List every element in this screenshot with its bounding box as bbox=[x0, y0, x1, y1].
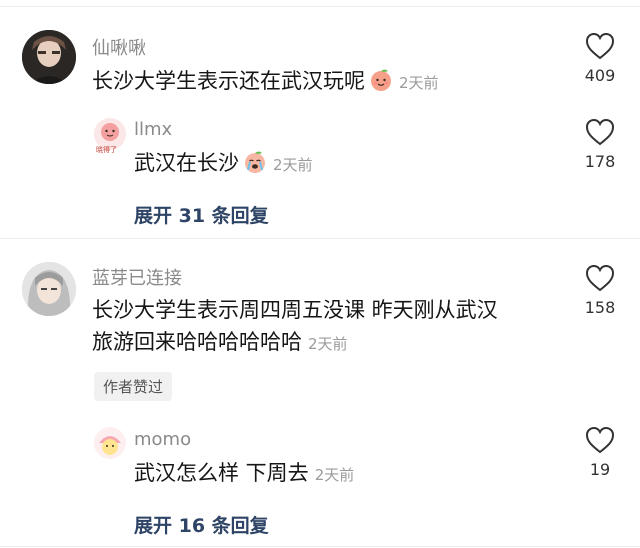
like-count: 409 bbox=[584, 66, 616, 85]
bottom-divider bbox=[0, 546, 640, 547]
heart-outline-icon bbox=[585, 118, 615, 146]
comment-text-content: 旅游回来哈哈哈哈哈哈 bbox=[92, 330, 302, 354]
comment-divider bbox=[0, 238, 640, 239]
avatar[interactable] bbox=[22, 262, 76, 316]
like-button[interactable]: 158 bbox=[570, 264, 630, 317]
comment-username[interactable]: 蓝芽已连接 bbox=[92, 264, 182, 290]
like-count: 19 bbox=[589, 460, 611, 479]
peach-face-emoji-icon bbox=[369, 68, 393, 100]
top-divider bbox=[0, 6, 640, 7]
comment-text: 长沙大学生表示还在武汉玩呢 2天前 bbox=[92, 66, 439, 100]
like-button[interactable]: 178 bbox=[570, 118, 630, 171]
reply-time: 2天前 bbox=[314, 466, 355, 484]
reply-text-content: 武汉在长沙 bbox=[134, 151, 239, 175]
heart-outline-icon bbox=[585, 264, 615, 292]
avatar[interactable] bbox=[22, 30, 76, 84]
reply-time: 2天前 bbox=[273, 156, 313, 174]
comment-text-content: 长沙大学生表示还在武汉玩呢 bbox=[92, 69, 365, 93]
comment-username[interactable]: 仙啾啾 bbox=[92, 34, 146, 60]
comment-text-line1: 长沙大学生表示周四周五没课 昨天刚从武汉 bbox=[92, 298, 498, 322]
reply-username[interactable]: llmx bbox=[134, 119, 172, 140]
author-liked-badge: 作者赞过 bbox=[94, 372, 173, 401]
expand-replies-button[interactable]: 展开 31 条回复 bbox=[134, 201, 269, 228]
crying-face-emoji-icon bbox=[243, 150, 267, 182]
reply-avatar[interactable] bbox=[94, 427, 126, 459]
reply-text: 武汉怎么样 下周去 2天前 bbox=[134, 458, 354, 490]
comment-time: 2天前 bbox=[399, 74, 439, 92]
like-button[interactable]: 19 bbox=[570, 426, 630, 479]
comment-text-line2: 旅游回来哈哈哈哈哈哈 2天前 bbox=[92, 327, 348, 359]
like-count: 158 bbox=[584, 298, 616, 317]
reply-text-content: 武汉怎么样 下周去 bbox=[134, 461, 309, 485]
like-count: 178 bbox=[584, 152, 616, 171]
comment-time: 2天前 bbox=[308, 335, 348, 353]
heart-outline-icon bbox=[585, 32, 615, 60]
reply-avatar-caption: 晓得了 bbox=[96, 146, 117, 154]
reply-text: 武汉在长沙 2天前 bbox=[134, 148, 313, 182]
like-button[interactable]: 409 bbox=[570, 32, 630, 85]
expand-replies-button[interactable]: 展开 16 条回复 bbox=[134, 511, 269, 538]
heart-outline-icon bbox=[585, 426, 615, 454]
reply-username[interactable]: momo bbox=[134, 429, 191, 450]
